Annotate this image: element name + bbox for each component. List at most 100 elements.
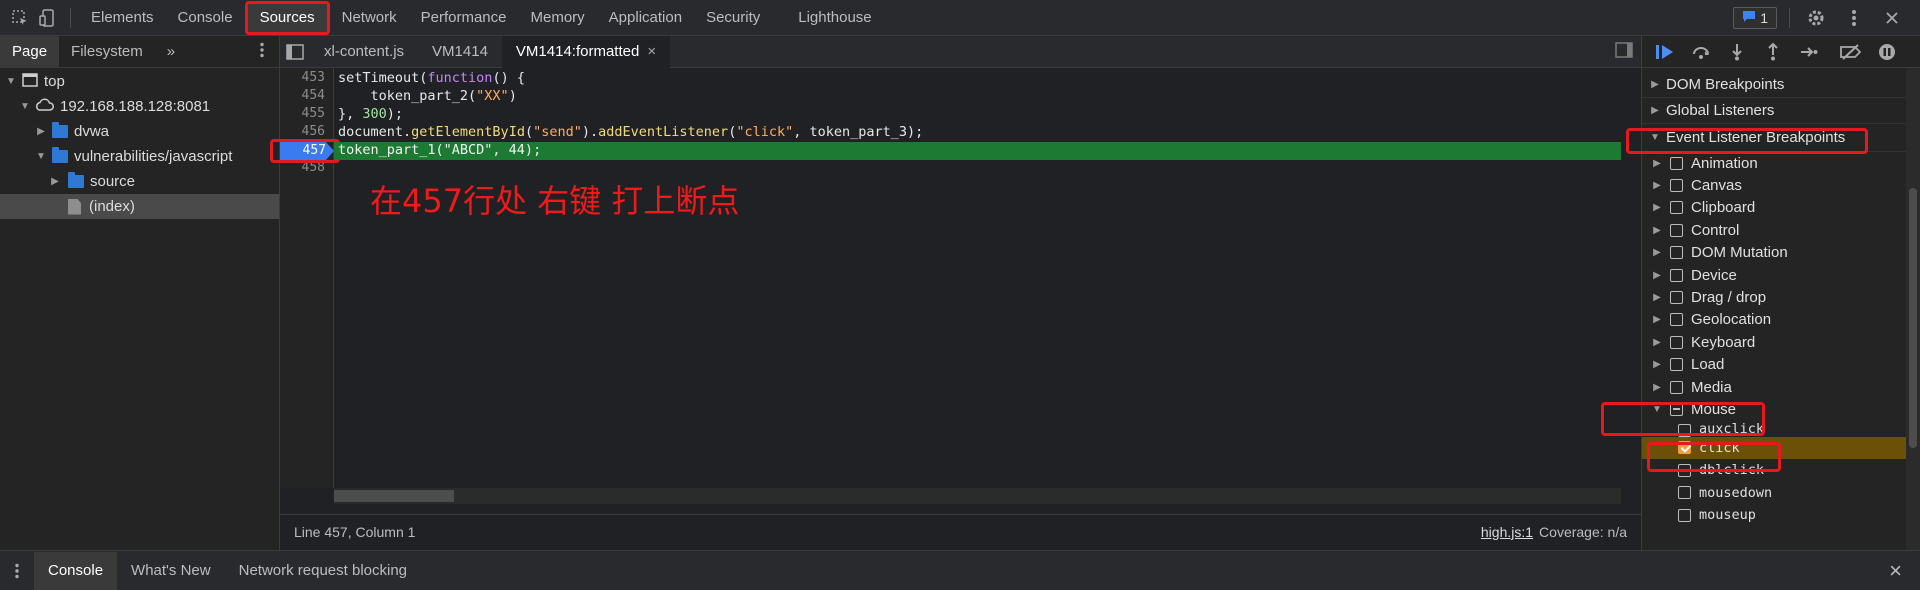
close-drawer-icon[interactable]: × bbox=[1889, 558, 1902, 584]
category-checkbox[interactable] bbox=[1670, 246, 1683, 260]
frame-icon bbox=[22, 72, 38, 91]
category-media[interactable]: ▶ Media bbox=[1642, 376, 1920, 398]
cloud-icon bbox=[34, 98, 54, 116]
collapsed-arrow-icon: ▶ bbox=[1653, 180, 1661, 192]
step-into-icon[interactable] bbox=[1726, 41, 1748, 63]
code-line-455: }, 300); bbox=[338, 106, 404, 122]
deactivate-breakpoints-icon[interactable] bbox=[1840, 41, 1862, 63]
step-out-icon[interactable] bbox=[1762, 41, 1784, 63]
category-canvas[interactable]: ▶ Canvas bbox=[1642, 174, 1920, 196]
category-animation[interactable]: ▶ Animation bbox=[1642, 152, 1920, 174]
category-control[interactable]: ▶ Control bbox=[1642, 219, 1920, 241]
scrollbar-thumb[interactable] bbox=[1909, 188, 1917, 448]
step-over-icon[interactable] bbox=[1690, 41, 1712, 63]
toolbar-separator bbox=[1789, 8, 1790, 28]
category-clipboard[interactable]: ▶ Clipboard bbox=[1642, 197, 1920, 219]
collapsed-arrow-icon: ▶ bbox=[1651, 105, 1659, 116]
resume-icon[interactable] bbox=[1654, 41, 1676, 63]
category-checkbox[interactable] bbox=[1670, 223, 1683, 237]
collapsed-arrow-icon[interactable]: ▶ bbox=[34, 126, 48, 137]
line-number[interactable]: 456 bbox=[302, 124, 325, 139]
expand-arrow-icon[interactable]: ▼ bbox=[4, 76, 18, 87]
issues-badge[interactable]: 1 bbox=[1733, 7, 1777, 29]
tree-item-index[interactable]: (index) bbox=[0, 194, 279, 219]
editor-tab-vm1414[interactable]: VM1414 bbox=[418, 36, 502, 68]
category-checkbox[interactable] bbox=[1670, 201, 1683, 215]
more-tabs-icon[interactable]: » bbox=[155, 36, 187, 68]
event-mousedown[interactable]: mousedown bbox=[1642, 481, 1920, 503]
tab-memory[interactable]: Memory bbox=[519, 0, 597, 36]
line-number[interactable]: 453 bbox=[302, 70, 325, 85]
tree-item-label: 192.168.188.128:8081 bbox=[60, 98, 211, 115]
category-label: Control bbox=[1691, 221, 1740, 239]
category-checkbox[interactable] bbox=[1670, 268, 1683, 282]
tab-application[interactable]: Application bbox=[597, 0, 694, 36]
toggle-navigator-icon[interactable] bbox=[280, 43, 310, 60]
category-label: Device bbox=[1691, 266, 1737, 284]
category-checkbox[interactable] bbox=[1670, 291, 1683, 305]
category-geolocation[interactable]: ▶ Geolocation bbox=[1642, 309, 1920, 331]
tree-item-vulnerabilities[interactable]: ▼ vulnerabilities/javascript bbox=[0, 144, 279, 169]
tab-network[interactable]: Network bbox=[330, 0, 409, 36]
line-number[interactable]: 455 bbox=[302, 106, 325, 121]
category-checkbox[interactable] bbox=[1670, 380, 1683, 394]
event-checkbox[interactable] bbox=[1678, 508, 1691, 522]
event-checkbox[interactable] bbox=[1678, 486, 1691, 500]
category-device[interactable]: ▶ Device bbox=[1642, 264, 1920, 286]
category-keyboard[interactable]: ▶ Keyboard bbox=[1642, 331, 1920, 353]
tree-item-top[interactable]: ▼ top bbox=[0, 69, 279, 94]
category-checkbox[interactable] bbox=[1670, 313, 1683, 327]
event-label: mousedown bbox=[1699, 484, 1773, 501]
collapsed-arrow-icon[interactable]: ▶ bbox=[48, 176, 62, 187]
tab-elements[interactable]: Elements bbox=[79, 0, 166, 36]
more-options-icon[interactable] bbox=[1840, 4, 1868, 32]
close-devtools-icon[interactable] bbox=[1878, 4, 1906, 32]
navigator-tabs: Page Filesystem » bbox=[0, 35, 279, 68]
tree-item-host[interactable]: ▼ 192.168.188.128:8081 bbox=[0, 94, 279, 119]
line-number-gutter[interactable]: 453 454 455 456 458 bbox=[280, 68, 334, 488]
category-checkbox[interactable] bbox=[1670, 156, 1683, 170]
file-navigator: Page Filesystem » ▼ top ▼ 192.168.188.12… bbox=[0, 35, 280, 550]
category-drag-drop[interactable]: ▶ Drag / drop bbox=[1642, 286, 1920, 308]
source-link[interactable]: high.js:1 bbox=[1481, 524, 1533, 540]
inspect-element-icon[interactable] bbox=[6, 4, 34, 32]
navigator-menu-icon[interactable] bbox=[259, 42, 265, 62]
tab-console[interactable]: Console bbox=[166, 0, 245, 36]
code-area[interactable]: setTimeout(function() { token_part_2("XX… bbox=[334, 68, 1621, 488]
tab-security[interactable]: Security bbox=[694, 0, 772, 36]
drawer-tab-whats-new[interactable]: What's New bbox=[117, 552, 225, 590]
editor-tab-vm1414-formatted[interactable]: VM1414:formatted × bbox=[501, 35, 671, 68]
section-dom-breakpoints[interactable]: ▶ DOM Breakpoints bbox=[1642, 72, 1920, 98]
tab-performance[interactable]: Performance bbox=[409, 0, 519, 36]
tab-page[interactable]: Page bbox=[0, 35, 60, 68]
category-dom-mutation[interactable]: ▶ DOM Mutation bbox=[1642, 242, 1920, 264]
drawer-menu-icon[interactable] bbox=[0, 563, 34, 579]
drawer-tab-network-request-blocking[interactable]: Network request blocking bbox=[225, 552, 421, 590]
coverage-status: Coverage: n/a bbox=[1539, 523, 1627, 540]
close-tab-icon[interactable]: × bbox=[647, 43, 656, 60]
step-icon[interactable] bbox=[1798, 41, 1820, 63]
section-global-listeners[interactable]: ▶ Global Listeners bbox=[1642, 98, 1920, 124]
category-checkbox[interactable] bbox=[1670, 335, 1683, 349]
category-checkbox[interactable] bbox=[1670, 358, 1683, 372]
vertical-scrollbar[interactable] bbox=[1906, 68, 1920, 550]
tab-sources[interactable]: Sources bbox=[244, 0, 330, 35]
category-checkbox[interactable] bbox=[1670, 179, 1683, 193]
tree-item-source[interactable]: ▶ source bbox=[0, 169, 279, 194]
line-number[interactable]: 454 bbox=[302, 88, 325, 103]
horizontal-scrollbar[interactable] bbox=[334, 488, 1621, 504]
event-mouseup[interactable]: mouseup bbox=[1642, 504, 1920, 526]
pause-on-exceptions-icon[interactable] bbox=[1876, 41, 1898, 63]
tree-item-dvwa[interactable]: ▶ dvwa bbox=[0, 119, 279, 144]
drawer-tab-console[interactable]: Console bbox=[34, 551, 118, 590]
settings-gear-icon[interactable] bbox=[1802, 4, 1830, 32]
tab-lighthouse[interactable]: Lighthouse bbox=[786, 0, 883, 36]
tab-filesystem[interactable]: Filesystem bbox=[59, 36, 155, 68]
device-toolbar-icon[interactable] bbox=[34, 4, 62, 32]
editor-tab-xl-content[interactable]: xl-content.js bbox=[310, 36, 418, 68]
expand-arrow-icon[interactable]: ▼ bbox=[34, 151, 48, 162]
scrollbar-thumb[interactable] bbox=[334, 490, 454, 502]
expand-arrow-icon[interactable]: ▼ bbox=[18, 101, 32, 112]
toggle-debugger-icon[interactable] bbox=[1615, 41, 1633, 62]
category-load[interactable]: ▶ Load bbox=[1642, 354, 1920, 376]
